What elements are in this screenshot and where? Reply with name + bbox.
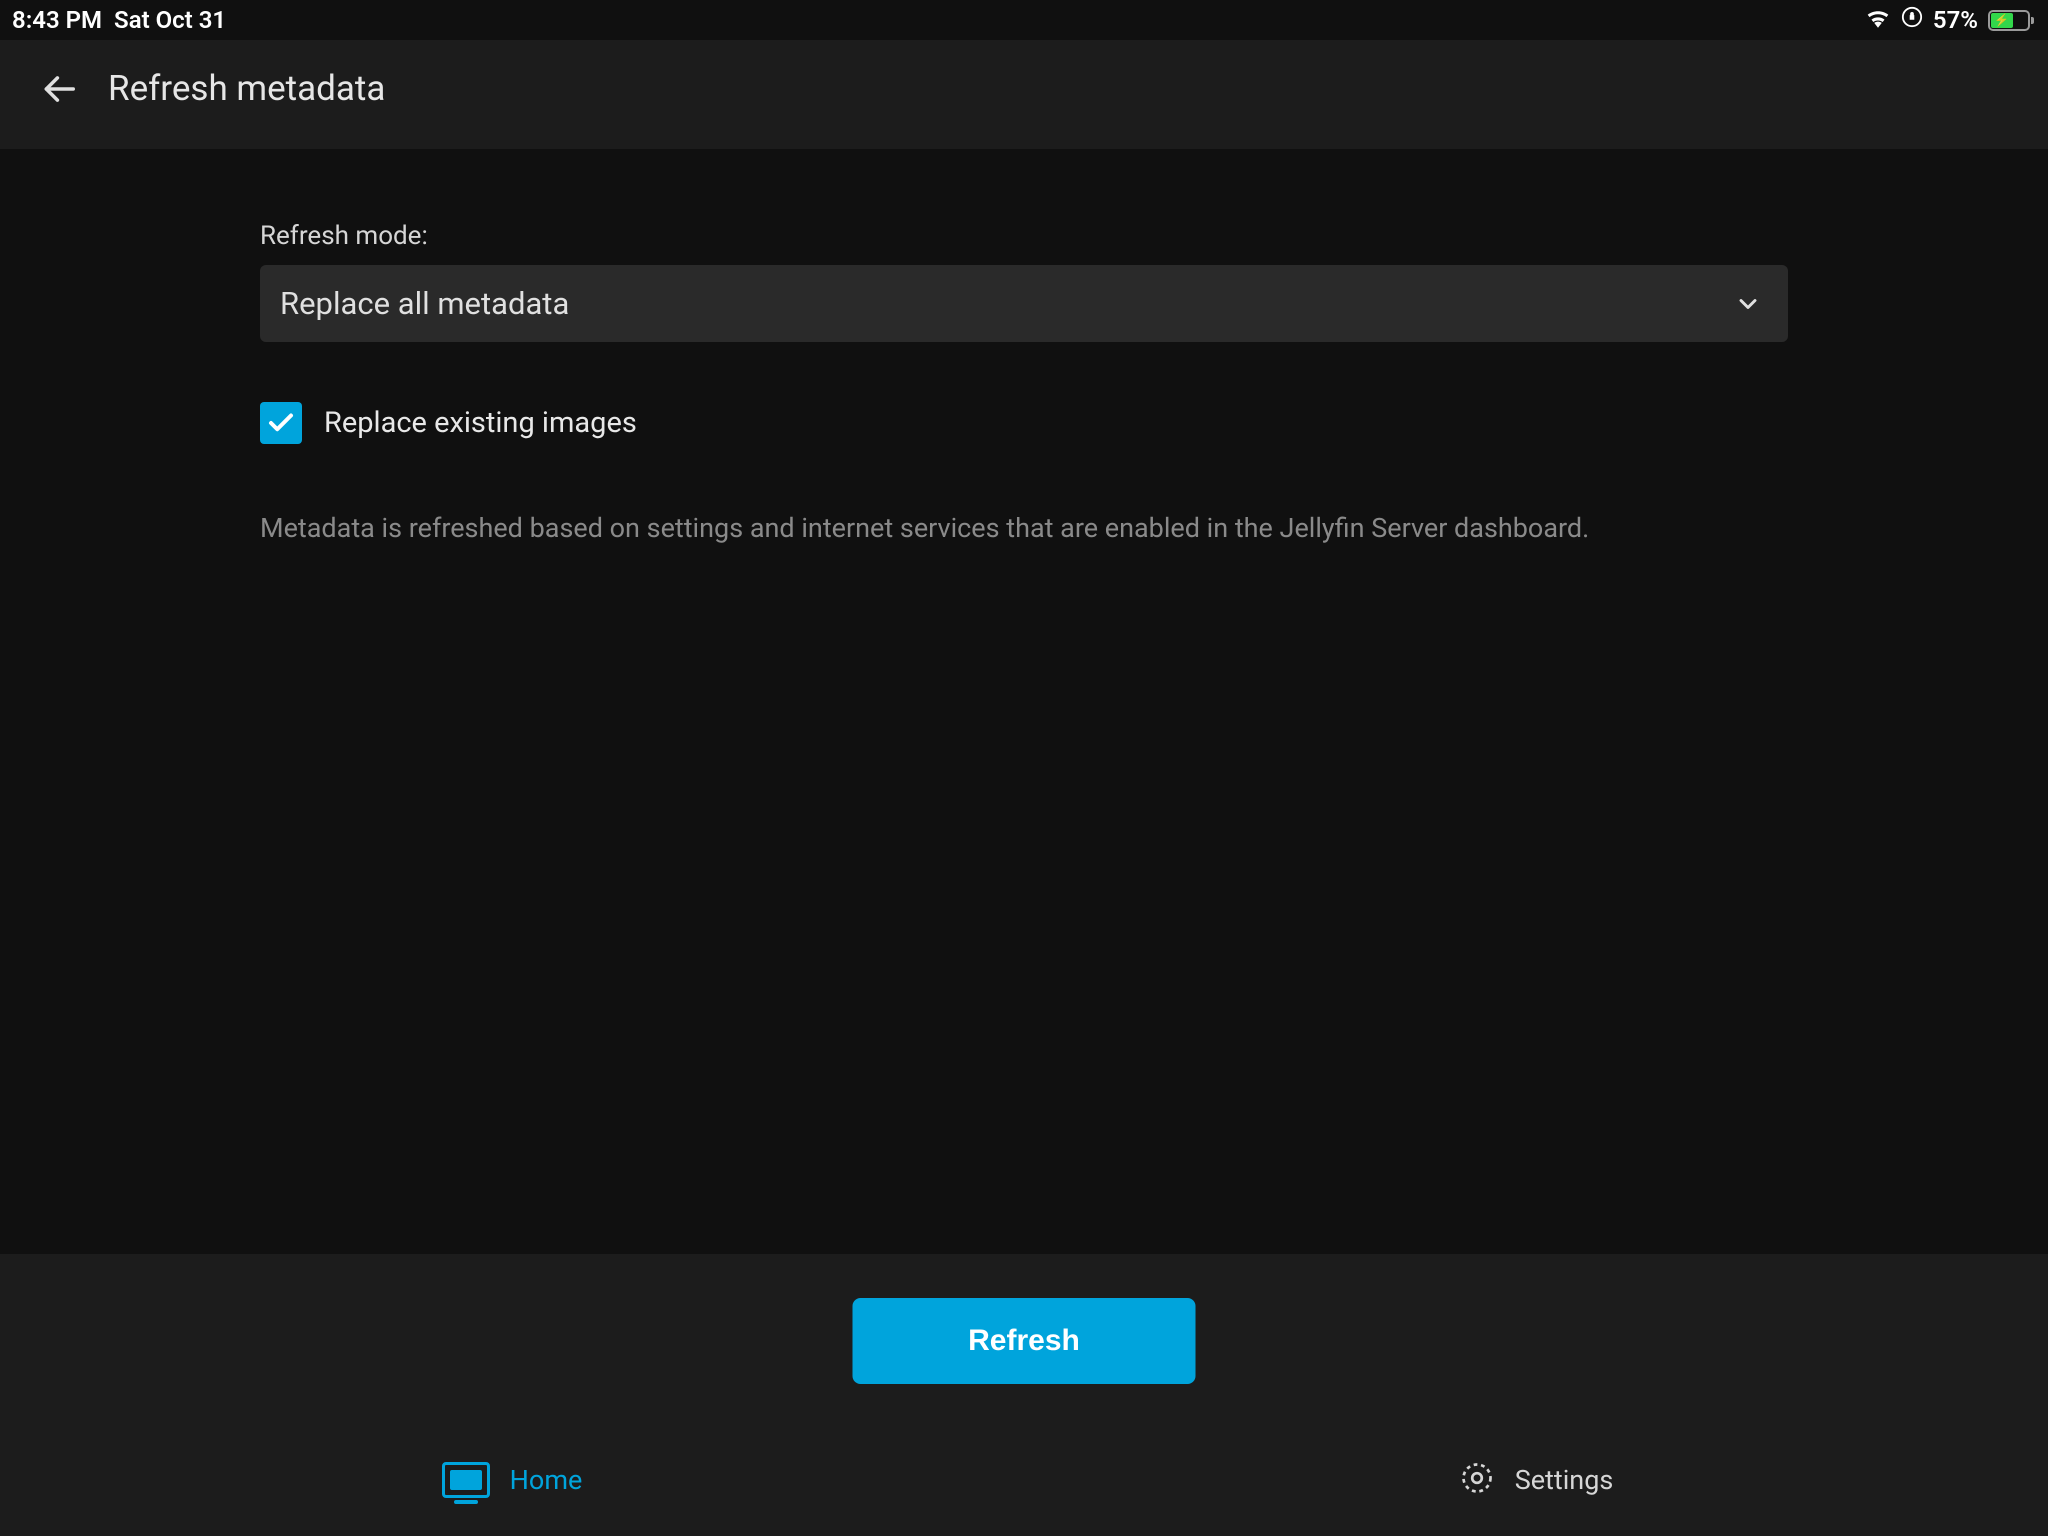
battery-icon: ⚡ [1988, 10, 2030, 31]
nav-bar: Home Settings [0, 1424, 2048, 1536]
refresh-button[interactable]: Refresh [853, 1298, 1196, 1384]
wifi-icon [1865, 6, 1891, 34]
page-header: Refresh metadata [0, 40, 2048, 149]
battery-percent: 57% [1933, 6, 1978, 34]
page-title: Refresh metadata [108, 68, 385, 109]
replace-images-checkbox[interactable] [260, 402, 302, 444]
status-right: 57% ⚡ [1865, 6, 2030, 34]
nav-settings-label: Settings [1515, 1464, 1614, 1496]
replace-images-label: Replace existing images [324, 406, 637, 440]
refresh-mode-dropdown[interactable]: Replace all metadata [260, 265, 1788, 342]
nav-home[interactable]: Home [0, 1424, 1024, 1536]
chevron-down-icon [1734, 290, 1762, 318]
status-time: 8:43 PM [12, 6, 102, 34]
metadata-help-text: Metadata is refreshed based on settings … [260, 510, 1788, 548]
main-content: Refresh mode: Replace all metadata Repla… [0, 149, 2048, 548]
status-left: 8:43 PM Sat Oct 31 [12, 6, 226, 34]
tv-icon [442, 1462, 490, 1498]
status-bar: 8:43 PM Sat Oct 31 57% ⚡ [0, 0, 2048, 40]
replace-images-row[interactable]: Replace existing images [260, 402, 1788, 444]
refresh-mode-value: Replace all metadata [280, 285, 569, 322]
refresh-mode-label: Refresh mode: [260, 221, 1788, 251]
status-date: Sat Oct 31 [114, 6, 226, 34]
back-button[interactable] [40, 70, 78, 108]
nav-home-label: Home [510, 1464, 583, 1496]
gear-icon [1459, 1460, 1495, 1500]
nav-settings[interactable]: Settings [1024, 1424, 2048, 1536]
bottom-bar: Refresh Home Settings [0, 1254, 2048, 1536]
orientation-lock-icon [1901, 6, 1923, 34]
